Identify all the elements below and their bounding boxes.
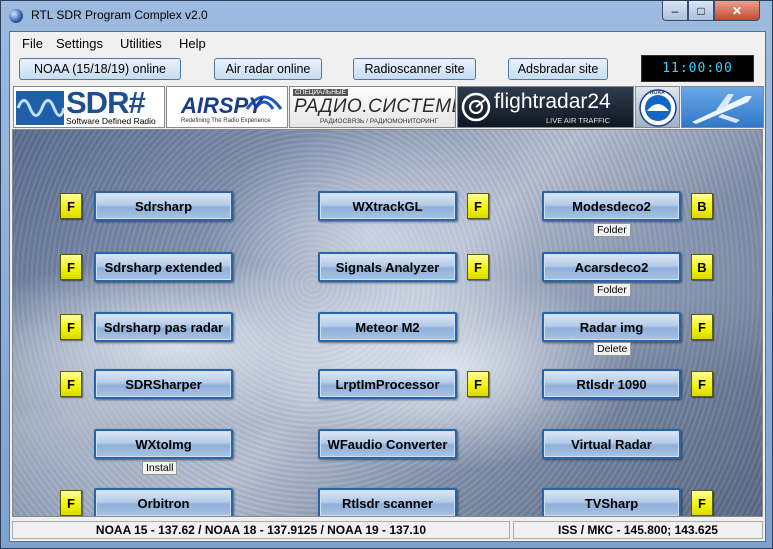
wxtoimg-button[interactable]: WXtoImg xyxy=(94,429,233,459)
noaa-banner[interactable]: NOAA xyxy=(635,86,680,128)
radar-icon xyxy=(461,92,491,122)
orbitron-button[interactable]: Orbitron xyxy=(94,488,233,516)
minimize-button[interactable]: – xyxy=(662,1,688,21)
menu-bar: File Settings Utilities Help xyxy=(10,32,765,54)
sdrsharp-button[interactable]: Sdrsharp xyxy=(94,191,233,221)
status-bar: NOAA 15 - 137.62 / NOAA 18 - 137.9125 / … xyxy=(10,519,765,541)
acarsdeco2-b-button[interactable]: B xyxy=(691,254,713,280)
flightradar24-logo-text: flightradar24 xyxy=(494,90,611,113)
acarsdeco2-folder-button[interactable]: Folder xyxy=(593,283,631,297)
virtual-radar-button[interactable]: Virtual Radar xyxy=(542,429,681,459)
clock-display: 11:00:00 xyxy=(641,55,754,82)
radiosystems-logo-text: РАДИО.СИСТЕМЫ xyxy=(294,96,456,117)
sdrsharp-extended-folder-button[interactable]: F xyxy=(60,254,82,280)
modesdeco2-button[interactable]: Modesdeco2 xyxy=(542,191,681,221)
meteor-m2-button[interactable]: Meteor M2 xyxy=(318,312,457,342)
minimize-icon: – xyxy=(671,3,679,18)
wxtrackgl-folder-button[interactable]: F xyxy=(467,193,489,219)
radiosystems-tag: СПЕЦИАЛЬНЫЕ xyxy=(293,89,348,96)
lrptimprocessor-folder-button[interactable]: F xyxy=(467,371,489,397)
satellite-background: F Sdrsharp F Sdrsharp extended F Sdrshar… xyxy=(12,129,763,517)
window-title: RTL SDR Program Complex v2.0 xyxy=(31,8,208,22)
modesdeco2-b-button[interactable]: B xyxy=(691,193,713,219)
sdrsharp-tagline: Software Defined Radio xyxy=(66,116,156,126)
noaa-online-button[interactable]: NOAA (15/18/19) online xyxy=(19,58,181,80)
menu-utilities[interactable]: Utilities xyxy=(120,36,162,51)
wfaudio-converter-button[interactable]: WFaudio Converter xyxy=(318,429,457,459)
rtlsdr-scanner-button[interactable]: Rtlsdr scanner xyxy=(318,488,457,516)
sdrsharp-wave-icon xyxy=(16,91,64,125)
maximize-icon: □ xyxy=(697,3,705,18)
rtlsdr-1090-folder-button[interactable]: F xyxy=(691,371,713,397)
radar-img-button[interactable]: Radar img xyxy=(542,312,681,342)
radiosystems-banner[interactable]: СПЕЦИАЛЬНЫЕ РАДИО.СИСТЕМЫ РАДИОСВЯЗЬ / Р… xyxy=(289,86,456,128)
tvsharp-folder-button[interactable]: F xyxy=(691,490,713,516)
acarsdeco2-button[interactable]: Acarsdeco2 xyxy=(542,252,681,282)
tvsharp-button[interactable]: TVSharp xyxy=(542,488,681,516)
maximize-button[interactable]: □ xyxy=(688,1,714,21)
sdrsharper-folder-button[interactable]: F xyxy=(60,371,82,397)
menu-help[interactable]: Help xyxy=(179,36,206,51)
close-button[interactable]: ✕ xyxy=(714,1,760,21)
airplane-icon xyxy=(692,94,752,124)
airspy-logo-text: AIRSPY xyxy=(181,93,263,118)
sdrsharp-folder-button[interactable]: F xyxy=(60,193,82,219)
sdrsharp-pas-radar-folder-button[interactable]: F xyxy=(60,314,82,340)
wxtoimg-install-button[interactable]: Install xyxy=(142,461,178,475)
sdrsharp-pas-radar-button[interactable]: Sdrsharp pas radar xyxy=(94,312,233,342)
airspy-banner[interactable]: AIRSPY Redefining The Radio Experience xyxy=(166,86,288,128)
wxtrackgl-button[interactable]: WXtrackGL xyxy=(318,191,457,221)
radioscanner-site-button[interactable]: Radioscanner site xyxy=(353,58,476,80)
title-bar[interactable]: RTL SDR Program Complex v2.0 – □ ✕ xyxy=(1,1,772,31)
menu-settings[interactable]: Settings xyxy=(56,36,103,51)
sdrsharp-extended-button[interactable]: Sdrsharp extended xyxy=(94,252,233,282)
radiosystems-tagline: РАДИОСВЯЗЬ / РАДИОМОНИТОРИНГ xyxy=(320,118,439,125)
signals-analyzer-folder-button[interactable]: F xyxy=(467,254,489,280)
app-icon xyxy=(9,9,23,23)
sdrsharper-button[interactable]: SDRSharper xyxy=(94,369,233,399)
radar-img-delete-button[interactable]: Delete xyxy=(593,342,632,356)
adsbradar-site-button[interactable]: Adsbradar site xyxy=(508,58,608,80)
flightradar24-tagline: LIVE AIR TRAFFIC xyxy=(546,116,611,125)
air-radar-online-button[interactable]: Air radar online xyxy=(214,58,322,80)
noaa-frequencies-status: NOAA 15 - 137.62 / NOAA 18 - 137.9125 / … xyxy=(12,521,510,539)
client-area: File Settings Utilities Help NOAA (15/18… xyxy=(9,31,766,542)
sdrsharp-banner[interactable]: SDR# Software Defined Radio xyxy=(13,86,165,128)
noaa-logo-text: NOAA xyxy=(650,90,665,96)
rtlsdr-1090-button[interactable]: Rtlsdr 1090 xyxy=(542,369,681,399)
close-icon: ✕ xyxy=(731,3,743,18)
toolbar: NOAA (15/18/19) online Air radar online … xyxy=(10,54,765,84)
iss-frequencies-status: ISS / МКС - 145.800; 143.625 xyxy=(513,521,763,539)
aircraft-banner[interactable] xyxy=(681,86,764,128)
orbitron-folder-button[interactable]: F xyxy=(60,490,82,516)
app-window: RTL SDR Program Complex v2.0 – □ ✕ File … xyxy=(0,0,773,549)
signals-analyzer-button[interactable]: Signals Analyzer xyxy=(318,252,457,282)
flightradar24-banner[interactable]: flightradar24 LIVE AIR TRAFFIC xyxy=(457,86,634,128)
radar-img-folder-button[interactable]: F xyxy=(691,314,713,340)
lrptimprocessor-button[interactable]: LrptImProcessor xyxy=(318,369,457,399)
airspy-tagline: Redefining The Radio Experience xyxy=(181,118,271,124)
modesdeco2-folder-button[interactable]: Folder xyxy=(593,223,631,237)
menu-file[interactable]: File xyxy=(22,36,43,51)
